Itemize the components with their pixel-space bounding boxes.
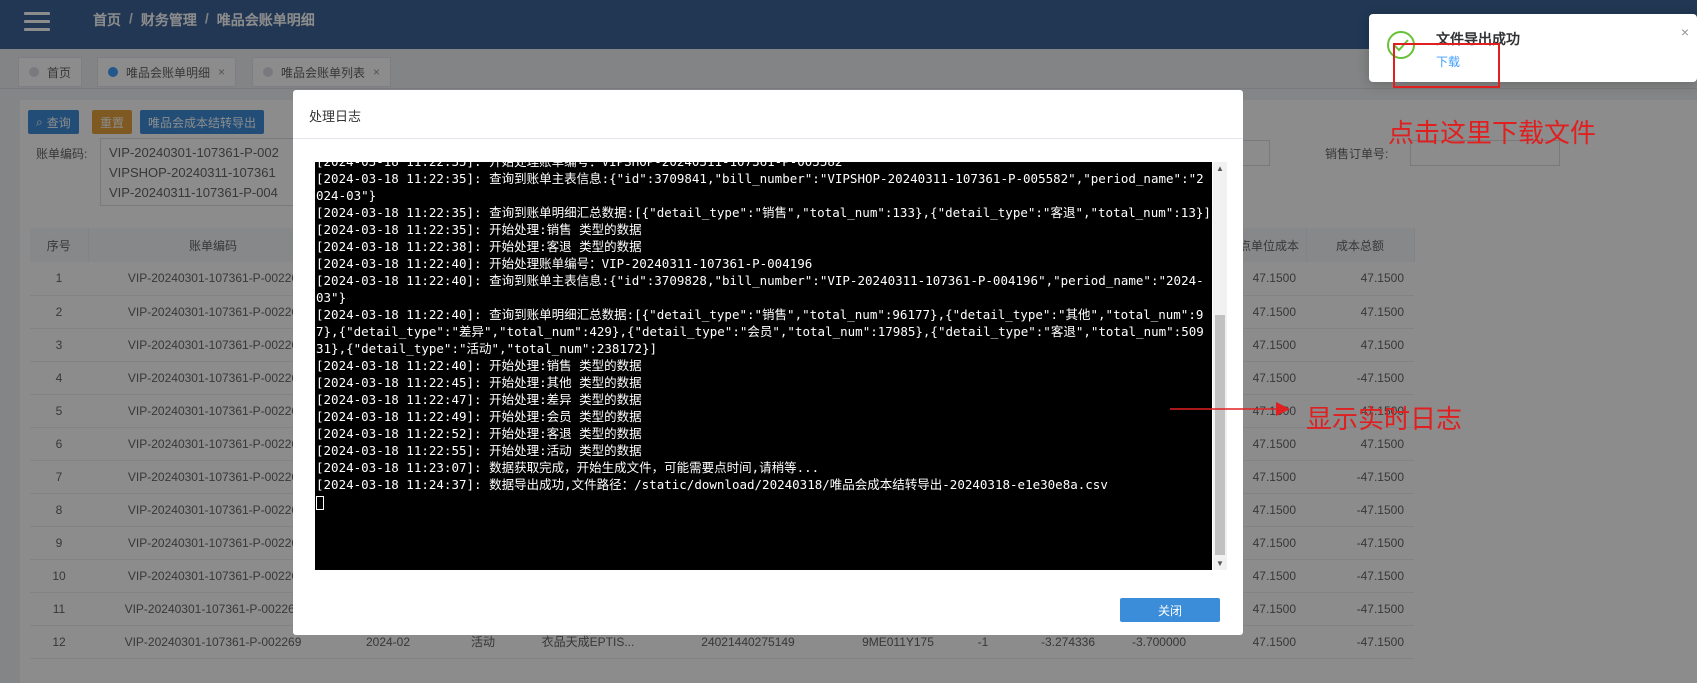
scroll-down-icon[interactable]: ▼ bbox=[1216, 559, 1224, 568]
log-hint-annotation: 显示实时日志 bbox=[1306, 405, 1463, 435]
dialog-title: 处理日志 bbox=[309, 109, 362, 124]
terminal-cursor bbox=[316, 495, 324, 510]
log-text: [2024-03-18 11:22:35]: 开始处理账单编号：VIPSHOP-… bbox=[316, 162, 1211, 492]
close-icon[interactable]: × bbox=[1681, 24, 1689, 40]
process-log-dialog: 处理日志 [2024-03-18 11:22:35]: 开始处理账单编号：VIP… bbox=[293, 90, 1243, 635]
highlight-box bbox=[1393, 43, 1500, 88]
arrow-right-icon bbox=[1170, 402, 1290, 416]
scroll-up-icon[interactable]: ▲ bbox=[1216, 164, 1224, 173]
log-scrollbar[interactable]: ▲ ▼ bbox=[1213, 162, 1227, 570]
log-terminal[interactable]: [2024-03-18 11:22:35]: 开始处理账单编号：VIPSHOP-… bbox=[315, 162, 1212, 570]
dialog-divider bbox=[293, 138, 1243, 139]
scrollbar-thumb[interactable] bbox=[1215, 315, 1225, 555]
close-button[interactable]: 关闭 bbox=[1120, 598, 1220, 622]
download-hint-annotation: 点击这里下载文件 bbox=[1388, 119, 1597, 149]
